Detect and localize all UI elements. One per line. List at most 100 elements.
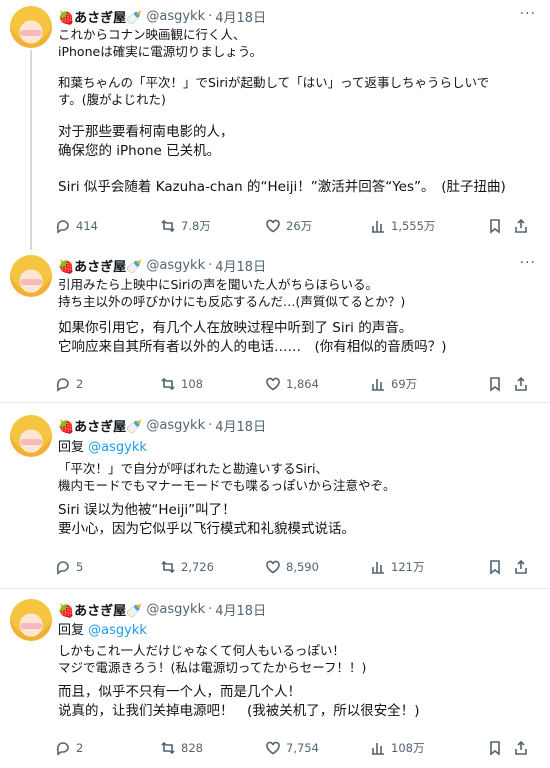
reply-count: 414	[76, 219, 98, 233]
retweet-button[interactable]: 2,726	[160, 559, 214, 575]
avatar[interactable]	[10, 415, 52, 457]
reply-mention-link[interactable]: @asgykk	[88, 440, 147, 455]
action-bar: 2 828 7,754 108万	[55, 740, 535, 760]
text-line: す。(腹がよじれた)	[58, 92, 166, 107]
text-line: マジで電源きろう！(私は電源切ってたからセーフ！！)	[58, 660, 367, 675]
share-button[interactable]	[513, 218, 529, 237]
tweet-4[interactable]: 🍓あさぎ屋🍼 @asgykk · 4月18日 回复 @asgykk しかもこれ一…	[0, 589, 550, 768]
reply-icon	[56, 378, 69, 392]
views-button[interactable]: 69万	[370, 376, 417, 392]
retweet-button[interactable]: 7.8万	[160, 218, 211, 234]
tweet-date[interactable]: 4月18日	[215, 7, 266, 26]
text-line: 和葉ちゃんの「平次！」でSiriが起動して「はい」って返事しちゃうらしいで	[58, 75, 490, 90]
tweet-date[interactable]: 4月18日	[215, 416, 266, 435]
text-line: Siri 误以为他被“Heiji”叫了！	[58, 502, 236, 518]
bookmark-button[interactable]	[487, 559, 503, 578]
text-line: 确保您的 iPhone 已关机。	[58, 143, 221, 159]
thread-line	[30, 50, 32, 250]
tweet-date[interactable]: 4月18日	[215, 256, 266, 275]
avatar[interactable]	[10, 6, 52, 48]
avatar[interactable]	[10, 599, 52, 641]
reply-button[interactable]: 5	[55, 559, 83, 575]
view-count: 69万	[391, 377, 418, 391]
retweet-count: 7.8万	[181, 219, 211, 233]
bookmark-button[interactable]	[487, 218, 503, 237]
display-name[interactable]: 🍓あさぎ屋🍼	[58, 256, 142, 275]
tweet-text-translation: 如果你引用它，有几个人在放映过程中听到了 Siri 的声音。 它响应来自其所有者…	[58, 319, 538, 357]
retweet-icon	[161, 560, 175, 574]
user-handle[interactable]: @asgykk	[146, 9, 205, 24]
separator-dot: ·	[208, 417, 213, 433]
views-button[interactable]: 108万	[370, 740, 424, 756]
reply-prefix: 回复	[58, 440, 85, 455]
reply-button[interactable]: 2	[55, 740, 83, 756]
text-line: これからコナン映画観に行く人、	[58, 27, 246, 42]
display-name[interactable]: 🍓あさぎ屋🍼	[58, 416, 142, 435]
reply-button[interactable]: 2	[55, 376, 83, 392]
like-count: 26万	[286, 219, 313, 233]
reply-button[interactable]: 414	[55, 218, 98, 234]
reply-count: 5	[76, 560, 84, 574]
display-name[interactable]: 🍓あさぎ屋🍼	[58, 7, 142, 26]
like-icon	[266, 219, 280, 233]
retweet-icon	[161, 219, 175, 233]
like-icon	[266, 741, 280, 755]
text-line: 它响应来自其所有者以外的人的电话…… (你有相似的音质吗？)	[58, 339, 447, 355]
retweet-button[interactable]: 108	[160, 376, 203, 392]
action-bar: 414 7.8万 26万 1,555万	[55, 218, 535, 238]
tweet-text-translation: 而且，似乎不只有一个人，而是几个人！ 说真的，让我们关掉电源吧！ (我被关机了，…	[58, 683, 538, 721]
like-button[interactable]: 26万	[265, 218, 312, 234]
reply-context: 回复 @asgykk	[58, 438, 538, 457]
tweet-2[interactable]: 🍓あさぎ屋🍼 @asgykk · 4月18日 ··· 引用みたら上映中にSiri…	[0, 250, 550, 398]
bookmark-icon	[490, 560, 500, 575]
separator-dot: ·	[208, 257, 213, 273]
user-handle[interactable]: @asgykk	[146, 418, 205, 433]
tweet-text-translation: Siri 误以为他被“Heiji”叫了！ 要小心，因为它似乎以飞行模式和礼貌模式…	[58, 501, 538, 539]
retweet-button[interactable]: 828	[160, 740, 203, 756]
text-line: 如果你引用它，有几个人在放映过程中听到了 Siri 的声音。	[58, 320, 413, 336]
like-button[interactable]: 8,590	[265, 559, 319, 575]
retweet-count: 2,726	[181, 560, 214, 574]
like-button[interactable]: 1,864	[265, 376, 319, 392]
tweet-3[interactable]: 🍓あさぎ屋🍼 @asgykk · 4月18日 回复 @asgykk 「平次！」で…	[0, 403, 550, 588]
like-count: 1,864	[286, 377, 319, 391]
views-button[interactable]: 1,555万	[370, 218, 435, 234]
tweet-text-translation: 对于那些要看柯南电影的人， 确保您的 iPhone 已关机。 Siri 似乎会随…	[58, 123, 538, 197]
share-button[interactable]	[513, 559, 529, 578]
bookmark-button[interactable]	[487, 740, 503, 759]
view-count: 108万	[391, 741, 425, 755]
tweet-date[interactable]: 4月18日	[215, 600, 266, 619]
tweet-header: 🍓あさぎ屋🍼 @asgykk · 4月18日	[58, 255, 266, 275]
user-handle[interactable]: @asgykk	[146, 602, 205, 617]
share-button[interactable]	[513, 376, 529, 395]
text-line: 而且，似乎不只有一个人，而是几个人！	[58, 684, 301, 700]
text-line: 对于那些要看柯南电影的人，	[58, 124, 234, 140]
more-icon[interactable]: ···	[520, 6, 536, 22]
share-icon	[515, 559, 527, 574]
bookmark-button[interactable]	[487, 376, 503, 395]
share-button[interactable]	[513, 740, 529, 759]
views-icon	[372, 221, 384, 233]
views-icon	[372, 379, 384, 391]
user-handle[interactable]: @asgykk	[146, 258, 205, 273]
reply-mention-link[interactable]: @asgykk	[88, 623, 147, 638]
retweet-icon	[161, 741, 175, 755]
text-line: Siri 似乎会随着 Kazuha-chan 的“Heiji！”激活并回答“Ye…	[58, 179, 506, 195]
view-count: 121万	[391, 560, 425, 574]
views-button[interactable]: 121万	[370, 559, 424, 575]
tweet-text-original: 「平次！」で自分が呼ばれたと勘違いするSiri、 機内モードでもマナーモードでも…	[58, 460, 538, 494]
like-count: 8,590	[286, 560, 319, 574]
tweet-text-original: しかもこれ一人だけじゃなくて何人もいるっぽい！ マジで電源きろう！(私は電源切っ…	[58, 642, 538, 676]
avatar[interactable]	[10, 255, 52, 297]
text-line: しかもこれ一人だけじゃなくて何人もいるっぽい！	[58, 643, 345, 658]
display-name[interactable]: 🍓あさぎ屋🍼	[58, 600, 142, 619]
text-line: 「平次！」で自分が呼ばれたと勘違いするSiri、	[58, 461, 329, 476]
tweet-text-original: 引用みたら上映中にSiriの声を聞いた人がちらほらいる。 持ち主以外の呼びかけに…	[58, 276, 538, 310]
action-bar: 2 108 1,864 69万	[55, 376, 535, 396]
tweet-1[interactable]: 🍓あさぎ屋🍼 @asgykk · 4月18日 ··· これからコナン映画観に行く…	[0, 0, 550, 250]
tweet-text-original: これからコナン映画観に行く人、 iPhoneは確実に電源切りましょう。 和葉ちゃ…	[58, 26, 538, 108]
reply-context: 回复 @asgykk	[58, 621, 538, 640]
like-button[interactable]: 7,754	[265, 740, 319, 756]
more-icon[interactable]: ···	[520, 255, 536, 271]
